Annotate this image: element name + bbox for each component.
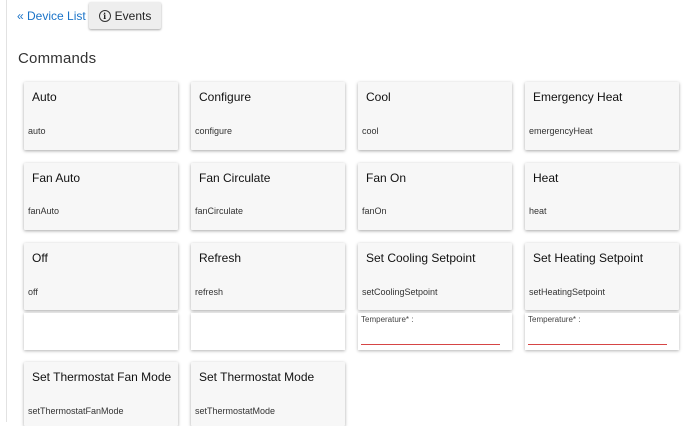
command-card-set-heating-setpoint[interactable]: Set Heating Setpoint setHeatingSetpoint xyxy=(525,243,679,310)
command-label: Set Cooling Setpoint xyxy=(366,251,476,265)
events-button-label: Events xyxy=(114,8,152,23)
command-card-auto[interactable]: Auto auto xyxy=(24,82,178,150)
command-label: Fan On xyxy=(366,171,407,185)
command-name: cool xyxy=(362,126,379,136)
command-label: Cool xyxy=(366,90,391,104)
command-name: setHeatingSetpoint xyxy=(529,287,606,297)
device-list-link[interactable]: « Device List xyxy=(17,9,86,23)
command-name: setCoolingSetpoint xyxy=(362,287,438,297)
command-card-fan-on[interactable]: Fan On fanOn xyxy=(358,163,512,230)
temperature-label: Temperature* : xyxy=(361,315,414,324)
command-card-refresh[interactable]: Refresh refresh xyxy=(191,243,345,310)
command-name: heat xyxy=(529,206,547,216)
section-title: Commands xyxy=(18,50,97,67)
command-label: Auto xyxy=(32,90,57,104)
events-button[interactable]: i Events xyxy=(89,2,161,29)
command-name: fanCirculate xyxy=(195,206,244,216)
command-name: configure xyxy=(195,126,233,136)
command-label: Emergency Heat xyxy=(533,90,623,104)
command-label: Heat xyxy=(533,171,559,185)
command-label: Set Thermostat Fan Mode xyxy=(32,370,172,384)
command-card-set-cooling-setpoint[interactable]: Set Cooling Setpoint setCoolingSetpoint xyxy=(358,243,512,310)
command-card-configure[interactable]: Configure configure xyxy=(191,82,345,150)
command-name: fanAuto xyxy=(28,206,60,216)
command-card-fan-circulate[interactable]: Fan Circulate fanCirculate xyxy=(191,163,345,230)
left-divider xyxy=(6,0,7,422)
command-label: Set Thermostat Mode xyxy=(199,370,315,384)
command-label: Set Heating Setpoint xyxy=(533,251,644,265)
command-name: setThermostatMode xyxy=(195,406,276,416)
command-name: auto xyxy=(28,126,46,136)
command-card-off[interactable]: Off off xyxy=(24,243,178,310)
cooling-setpoint-param: Temperature* : xyxy=(358,313,512,350)
command-label: Fan Circulate xyxy=(199,171,271,185)
command-card-set-thermostat-mode[interactable]: Set Thermostat Mode setThermostatMode xyxy=(191,362,345,426)
command-name: emergencyHeat xyxy=(529,126,593,136)
command-card-cool[interactable]: Cool cool xyxy=(358,82,512,150)
command-name: fanOn xyxy=(362,206,387,216)
temperature-label: Temperature* : xyxy=(528,315,581,324)
command-card-heat[interactable]: Heat heat xyxy=(525,163,679,230)
command-label: Fan Auto xyxy=(32,171,81,185)
param-panel-empty xyxy=(24,313,178,350)
heating-temperature-input[interactable] xyxy=(528,327,667,345)
cooling-temperature-input[interactable] xyxy=(361,327,500,345)
heating-setpoint-param: Temperature* : xyxy=(525,313,679,350)
command-name: setThermostatFanMode xyxy=(28,406,124,416)
command-name: off xyxy=(28,287,38,297)
command-label: Off xyxy=(32,251,48,265)
command-label: Configure xyxy=(199,90,252,104)
command-card-emergency-heat[interactable]: Emergency Heat emergencyHeat xyxy=(525,82,679,150)
param-panel-empty xyxy=(191,313,345,350)
command-label: Refresh xyxy=(199,251,242,265)
info-icon: i xyxy=(98,9,111,22)
command-name: refresh xyxy=(195,287,224,297)
command-card-set-thermostat-fan-mode[interactable]: Set Thermostat Fan Mode setThermostatFan… xyxy=(24,362,178,426)
command-card-fan-auto[interactable]: Fan Auto fanAuto xyxy=(24,163,178,230)
